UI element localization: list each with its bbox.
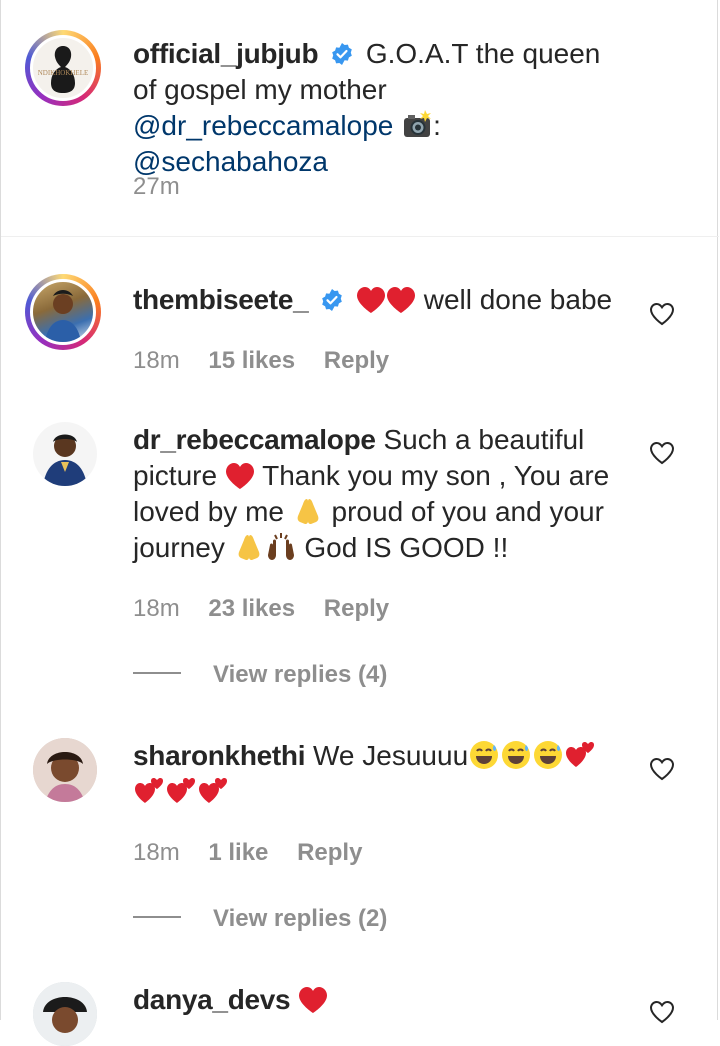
caption-colon: : <box>433 110 441 141</box>
comment-text: thembiseete_ well done babe <box>133 282 623 318</box>
view-replies-button[interactable]: View replies (2) <box>133 904 387 934</box>
likes-count[interactable]: 23 likes <box>208 595 295 622</box>
username[interactable]: official_jubjub <box>133 38 319 69</box>
timestamp: 27m <box>133 173 180 200</box>
verified-badge-icon <box>322 289 342 311</box>
profile-photo <box>33 738 97 802</box>
like-heart-icon[interactable] <box>649 441 675 465</box>
like-heart-icon[interactable] <box>649 1000 675 1024</box>
folded-hands-icon <box>238 535 260 560</box>
comment-meta: 18m 23 likes Reply <box>133 594 411 624</box>
reply-button[interactable]: Reply <box>324 347 389 374</box>
divider-dash <box>133 916 181 918</box>
divider-dash <box>133 672 181 674</box>
red-heart-icon <box>386 287 415 313</box>
view-replies-label: View replies (4) <box>213 661 388 688</box>
two-hearts-icon <box>135 778 163 803</box>
grinning-sweat-icon <box>502 741 531 769</box>
comment-text: sharonkhethi We Jesuuuu <box>133 738 623 810</box>
grinning-sweat-icon <box>534 741 563 769</box>
divider <box>1 236 719 237</box>
avatar[interactable] <box>25 274 101 350</box>
reply-button[interactable]: Reply <box>324 595 389 622</box>
username[interactable]: danya_devs <box>133 984 291 1015</box>
profile-photo <box>33 982 97 1046</box>
comment-text: dr_rebeccamalope Such a beautiful pictur… <box>133 422 623 566</box>
verified-badge-icon <box>332 43 352 65</box>
avatar[interactable] <box>33 422 97 486</box>
like-heart-icon[interactable] <box>649 302 675 326</box>
avatar[interactable] <box>33 738 97 802</box>
red-heart-icon <box>225 463 254 489</box>
mention-link[interactable]: @dr_rebeccamalope <box>133 110 393 141</box>
caption-meta: 27m <box>133 172 202 202</box>
likes-count[interactable]: 15 likes <box>208 347 295 374</box>
comment-body: We Jesuuuu <box>313 740 469 771</box>
comments-panel: NDIKHOKHELE official_jubjub G.O.A.T the … <box>0 0 719 1046</box>
timestamp: 18m <box>133 347 180 374</box>
profile-photo <box>43 434 87 486</box>
comment-body: well done babe <box>423 284 613 315</box>
two-hearts-icon <box>199 778 227 803</box>
avatar[interactable] <box>33 982 97 1046</box>
username[interactable]: sharonkhethi <box>133 740 306 771</box>
two-hearts-icon <box>167 778 195 803</box>
profile-photo <box>45 290 81 342</box>
avatar[interactable]: NDIKHOKHELE <box>25 30 101 106</box>
camera-flash-icon <box>404 110 432 137</box>
comment-text: danya_devs <box>133 982 623 1018</box>
like-heart-icon[interactable] <box>649 757 675 781</box>
username[interactable]: dr_rebeccamalope <box>133 424 376 455</box>
grinning-sweat-icon <box>470 741 499 769</box>
timestamp: 18m <box>133 595 180 622</box>
comment-meta: 18m 15 likes Reply <box>133 346 411 376</box>
likes-count[interactable]: 1 like <box>208 839 268 866</box>
raising-hands-icon <box>267 533 294 560</box>
two-hearts-icon <box>566 742 595 767</box>
logo-image: NDIKHOKHELE <box>38 46 89 93</box>
comment-meta: 18m 1 like Reply <box>133 838 384 868</box>
comment-body: God IS GOOD !! <box>304 532 509 563</box>
reply-button[interactable]: Reply <box>297 839 362 866</box>
view-replies-button[interactable]: View replies (4) <box>133 660 387 690</box>
username[interactable]: thembiseete_ <box>133 284 309 315</box>
timestamp: 18m <box>133 839 180 866</box>
caption-text: official_jubjub G.O.A.T the queen of gos… <box>133 36 623 180</box>
logo-text: NDIKHOKHELE <box>38 69 89 77</box>
view-replies-label: View replies (2) <box>213 905 388 932</box>
red-heart-icon <box>299 987 328 1013</box>
red-heart-icon <box>356 287 385 313</box>
folded-hands-icon <box>297 499 319 524</box>
